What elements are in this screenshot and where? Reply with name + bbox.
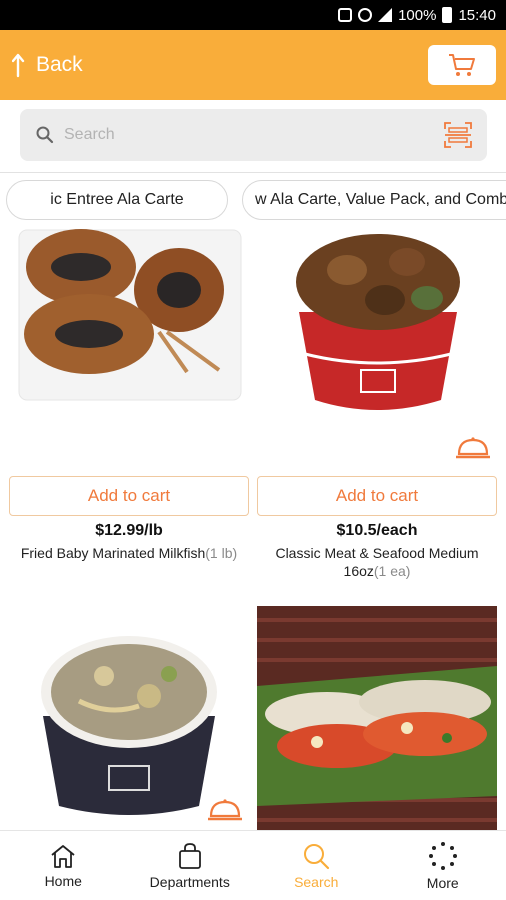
bag-icon (178, 842, 201, 869)
search-box (20, 109, 487, 161)
product-card[interactable]: Add to cart $10.5/each Classic Meat & Se… (257, 222, 497, 580)
cloche-icon[interactable] (455, 436, 491, 460)
divider (0, 172, 506, 173)
search-icon (304, 843, 330, 869)
product-qty: (1 ea) (373, 563, 411, 579)
product-qty: (1 lb) (205, 545, 238, 561)
notification-icon (338, 8, 353, 22)
cart-icon (449, 54, 475, 76)
search-icon (36, 126, 54, 144)
nav-label: Home (44, 872, 82, 889)
nav-home[interactable]: Home (0, 831, 127, 900)
nav-search[interactable]: Search (253, 831, 380, 900)
product-name: Classic Meat & Seafood Medium 16oz(1 ea) (257, 544, 497, 580)
home-icon (51, 844, 75, 868)
nav-label: Departments (149, 873, 230, 890)
product-name: Fried Baby Marinated Milkfish(1 lb) (9, 544, 249, 562)
nav-more[interactable]: More (380, 831, 506, 900)
back-arrow-icon (12, 53, 25, 78)
product-card[interactable]: Add to cart $12.99/lb Fried Baby Marinat… (9, 222, 249, 562)
product-image-meat-seafood[interactable] (257, 222, 497, 472)
category-chip[interactable]: ic Entree Ala Carte (6, 180, 228, 220)
nav-label: Search (294, 873, 339, 890)
product-price: $12.99/lb (95, 522, 163, 539)
alarm-icon (358, 8, 373, 22)
category-chips: ic Entree Ala Carte w Ala Carte, Value P… (0, 178, 506, 222)
product-card[interactable] (9, 606, 249, 834)
nav-label: More (426, 874, 459, 891)
product-title: Fried Baby Marinated Milkfish (20, 545, 206, 561)
cart-button[interactable] (428, 45, 496, 85)
add-to-cart-button[interactable]: Add to cart (257, 476, 497, 516)
add-to-cart-button[interactable]: Add to cart (9, 476, 249, 516)
battery-percent: 100% (398, 6, 437, 24)
back-label: Back (36, 53, 83, 76)
nav-departments[interactable]: Departments (127, 831, 254, 900)
more-icon (428, 841, 457, 870)
signal-icon (378, 8, 393, 22)
category-chip[interactable]: w Ala Carte, Value Pack, and Combos (242, 180, 506, 220)
battery-icon (442, 7, 453, 23)
product-image-soup[interactable] (9, 606, 249, 834)
cloche-icon[interactable] (207, 798, 243, 822)
bottom-nav: Home Departments Search More (0, 830, 506, 900)
app-header: Back (0, 30, 506, 100)
product-price: $10.5/each (336, 522, 418, 539)
search-input[interactable] (64, 126, 443, 144)
clock: 15:40 (458, 6, 496, 24)
product-image-milkfish[interactable] (9, 222, 249, 472)
status-bar: 100% 15:40 (0, 0, 506, 30)
back-button[interactable]: Back (12, 52, 83, 78)
barcode-scan-icon[interactable] (443, 121, 473, 149)
product-image-grilled-fish[interactable] (257, 606, 497, 834)
product-card[interactable] (257, 606, 497, 834)
search-bar-area (0, 100, 506, 172)
